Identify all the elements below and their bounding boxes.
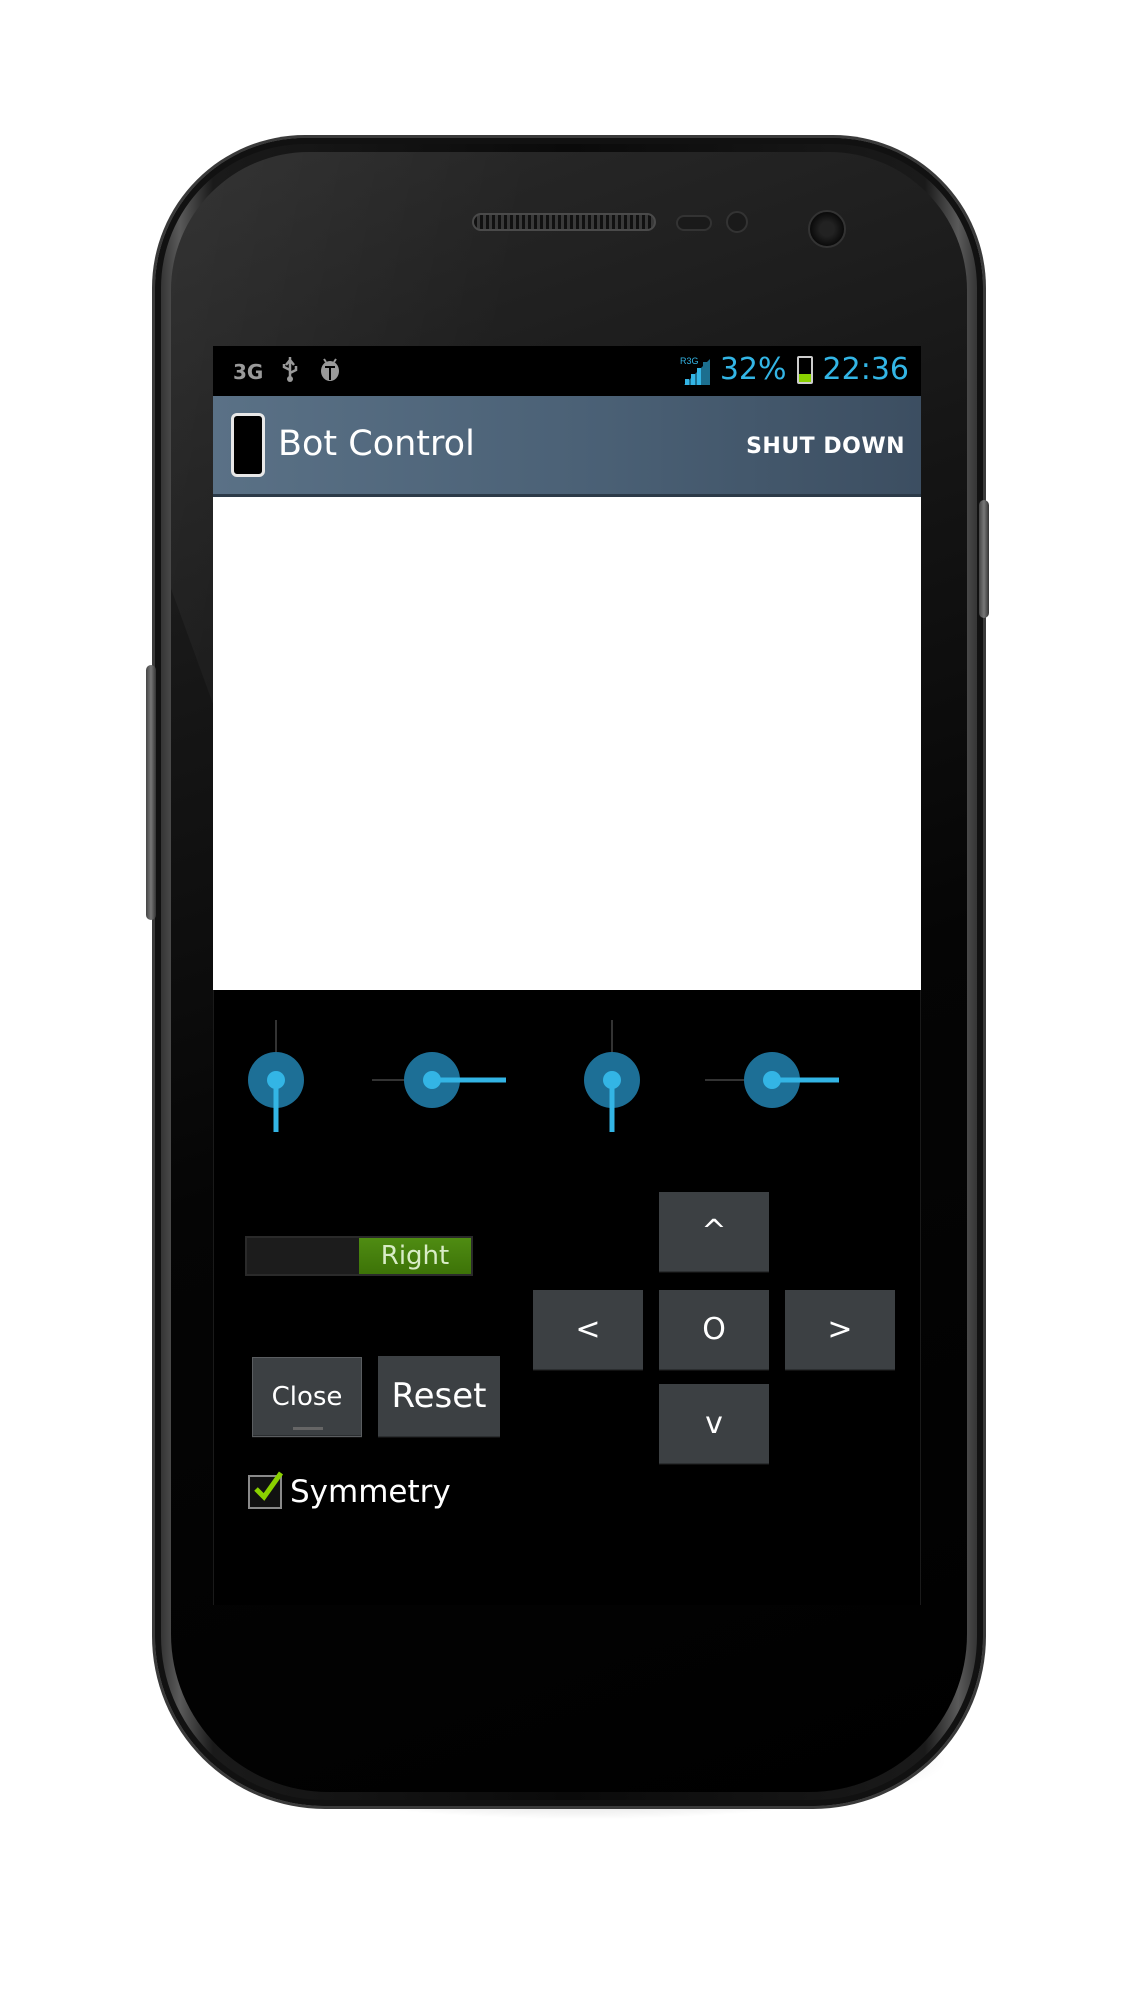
dpad-left-button[interactable]: < bbox=[533, 1290, 643, 1370]
reset-button[interactable]: Reset bbox=[378, 1356, 500, 1437]
battery-percent: 32% bbox=[719, 352, 787, 387]
button-indicator bbox=[293, 1427, 323, 1430]
network-type-icon: 3G bbox=[233, 359, 264, 384]
dpad-down-button[interactable]: v bbox=[659, 1384, 769, 1464]
symmetry-row: Symmetry bbox=[248, 1471, 451, 1510]
status-bar: 3G R3G 32% 22:36 bbox=[213, 346, 921, 396]
drawing-canvas[interactable] bbox=[213, 497, 921, 990]
usb-icon bbox=[281, 356, 299, 387]
battery-icon bbox=[796, 355, 813, 384]
android-debug-icon bbox=[317, 356, 343, 387]
dial-2[interactable] bbox=[372, 1020, 512, 1160]
shut-down-button[interactable]: SHUT DOWN bbox=[746, 434, 905, 459]
dpad-up-button[interactable]: ^ bbox=[659, 1192, 769, 1272]
volume-button bbox=[146, 665, 156, 920]
signal-label: R3G bbox=[680, 356, 699, 366]
close-button[interactable]: Close bbox=[252, 1357, 362, 1437]
device-screen: 3G R3G 32% 22:36 Bot Control SHUT DOWN R… bbox=[213, 346, 921, 1605]
symmetry-checkbox[interactable] bbox=[248, 1471, 283, 1509]
dial-4[interactable] bbox=[705, 1020, 845, 1160]
action-bar: Bot Control SHUT DOWN bbox=[213, 396, 921, 497]
dpad-right-button[interactable]: > bbox=[785, 1290, 895, 1370]
dial-3[interactable] bbox=[542, 1020, 682, 1160]
earpiece-speaker bbox=[472, 213, 656, 231]
symmetry-label: Symmetry bbox=[290, 1474, 451, 1510]
dial-1[interactable] bbox=[213, 1020, 346, 1160]
toggle-on-label: Right bbox=[359, 1238, 471, 1274]
proximity-sensor bbox=[676, 215, 712, 231]
front-camera bbox=[808, 210, 846, 248]
signal-icon: R3G bbox=[680, 355, 710, 385]
checkmark-icon bbox=[254, 1471, 283, 1501]
clock: 22:36 bbox=[822, 352, 909, 387]
close-button-label: Close bbox=[271, 1382, 343, 1412]
control-panel: Right Close Reset ^ < O > v Symmetry bbox=[213, 990, 921, 1605]
app-title: Bot Control bbox=[278, 424, 475, 464]
dpad-center-button[interactable]: O bbox=[659, 1290, 769, 1370]
direction-toggle[interactable]: Right bbox=[245, 1236, 473, 1276]
power-button bbox=[979, 500, 989, 618]
phone-icon[interactable] bbox=[231, 413, 265, 477]
light-sensor bbox=[726, 211, 748, 233]
